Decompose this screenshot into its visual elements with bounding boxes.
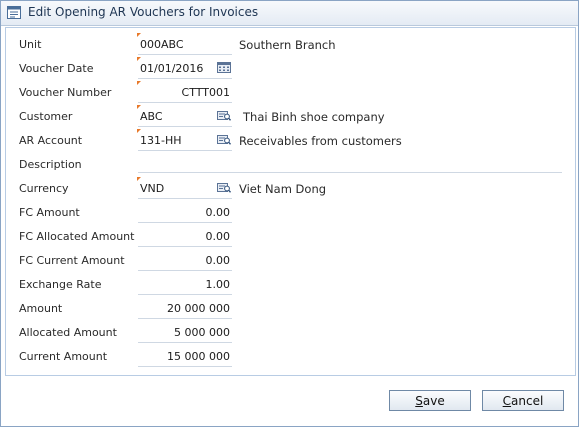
ar-account-value: 131-HH	[140, 134, 182, 147]
exchange-rate-label: Exchange Rate	[19, 278, 102, 291]
form-panel: Unit 000ABC Southern Branch Voucher Date…	[5, 27, 576, 376]
allocated-amount-label: Allocated Amount	[19, 326, 117, 339]
voucher-number-label: Voucher Number	[19, 86, 112, 99]
edit-voucher-dialog: Edit Opening AR Vouchers for Invoices Un…	[0, 0, 579, 427]
unit-description: Southern Branch	[239, 38, 336, 52]
current-amount-row: Current Amount 15 000 000	[6, 346, 566, 368]
fc-current-amount-field[interactable]: 0.00	[138, 250, 232, 271]
lookup-icon[interactable]	[217, 134, 231, 145]
save-label-rest: ave	[422, 394, 445, 408]
fc-allocated-amount-label: FC Allocated Amount	[19, 230, 135, 243]
current-amount-value: 15 000 000	[167, 350, 230, 363]
required-marker	[137, 81, 141, 85]
fc-current-amount-row: FC Current Amount 0.00	[6, 250, 566, 272]
required-marker	[137, 105, 141, 109]
unit-value: 000ABC	[140, 38, 184, 51]
fc-amount-label: FC Amount	[19, 206, 80, 219]
currency-value: VND	[140, 182, 165, 195]
fc-amount-row: FC Amount 0.00	[6, 202, 566, 224]
amount-label: Amount	[19, 302, 63, 315]
fc-amount-field[interactable]: 0.00	[138, 202, 232, 223]
title-bar: Edit Opening AR Vouchers for Invoices	[1, 1, 578, 26]
allocated-amount-value: 5 000 000	[174, 326, 230, 339]
currency-row: Currency VND Viet Nam Dong	[6, 177, 566, 200]
save-mnemonic: S	[415, 394, 423, 408]
description-input[interactable]	[138, 172, 562, 173]
voucher-number-row: Voucher Number CTTT001	[6, 81, 566, 104]
unit-label: Unit	[19, 38, 42, 51]
amount-field[interactable]: 20 000 000	[138, 298, 232, 319]
amount-value: 20 000 000	[167, 302, 230, 315]
fc-allocated-amount-value: 0.00	[205, 230, 231, 243]
cancel-button[interactable]: Cancel	[482, 390, 564, 411]
fc-amount-value: 0.00	[205, 206, 231, 219]
window-title: Edit Opening AR Vouchers for Invoices	[28, 5, 259, 19]
edit-form-icon	[7, 6, 21, 19]
unit-field[interactable]: 000ABC	[137, 33, 232, 55]
cancel-mnemonic: C	[502, 394, 512, 408]
current-amount-label: Current Amount	[19, 350, 108, 363]
calendar-icon[interactable]	[217, 62, 231, 73]
voucher-date-label: Voucher Date	[19, 62, 94, 75]
description-label: Description	[19, 158, 82, 171]
customer-row: Customer ABC Thai Binh shoe company	[6, 105, 566, 128]
fc-allocated-amount-field[interactable]: 0.00	[138, 226, 232, 247]
customer-label: Customer	[19, 110, 73, 123]
exchange-rate-value: 1.00	[205, 278, 231, 291]
customer-value: ABC	[140, 110, 163, 123]
exchange-rate-row: Exchange Rate 1.00	[6, 274, 566, 296]
voucher-date-value: 01/01/2016	[140, 62, 204, 75]
required-marker	[137, 33, 141, 37]
allocated-amount-field[interactable]: 5 000 000	[138, 322, 232, 343]
currency-label: Currency	[19, 182, 69, 195]
customer-description: Thai Binh shoe company	[243, 110, 385, 124]
fc-current-amount-value: 0.00	[205, 254, 231, 267]
voucher-date-field[interactable]: 01/01/2016	[137, 57, 232, 79]
required-marker	[137, 177, 141, 181]
fc-current-amount-label: FC Current Amount	[19, 254, 125, 267]
required-marker	[137, 129, 141, 133]
amount-row: Amount 20 000 000	[6, 298, 566, 320]
current-amount-field[interactable]: 15 000 000	[138, 346, 232, 367]
lookup-icon[interactable]	[217, 182, 231, 193]
lookup-icon[interactable]	[217, 110, 231, 121]
voucher-date-row: Voucher Date 01/01/2016	[6, 57, 566, 80]
fc-allocated-amount-row: FC Allocated Amount 0.00	[6, 226, 566, 248]
required-marker	[137, 57, 141, 61]
currency-field[interactable]: VND	[137, 177, 232, 199]
voucher-number-field[interactable]: CTTT001	[137, 81, 232, 103]
allocated-amount-row: Allocated Amount 5 000 000	[6, 322, 566, 344]
save-button[interactable]: Save	[389, 390, 471, 411]
ar-account-row: AR Account 131-HH Receivables from custo…	[6, 129, 566, 152]
customer-field[interactable]: ABC	[137, 105, 232, 127]
ar-account-description: Receivables from customers	[239, 134, 402, 148]
exchange-rate-field[interactable]: 1.00	[138, 274, 232, 295]
cancel-label-rest: ancel	[511, 394, 544, 408]
ar-account-label: AR Account	[19, 134, 83, 147]
ar-account-field[interactable]: 131-HH	[137, 129, 232, 151]
currency-description: Viet Nam Dong	[239, 182, 327, 196]
unit-row: Unit 000ABC Southern Branch	[6, 33, 566, 56]
voucher-number-value: CTTT001	[181, 86, 230, 99]
